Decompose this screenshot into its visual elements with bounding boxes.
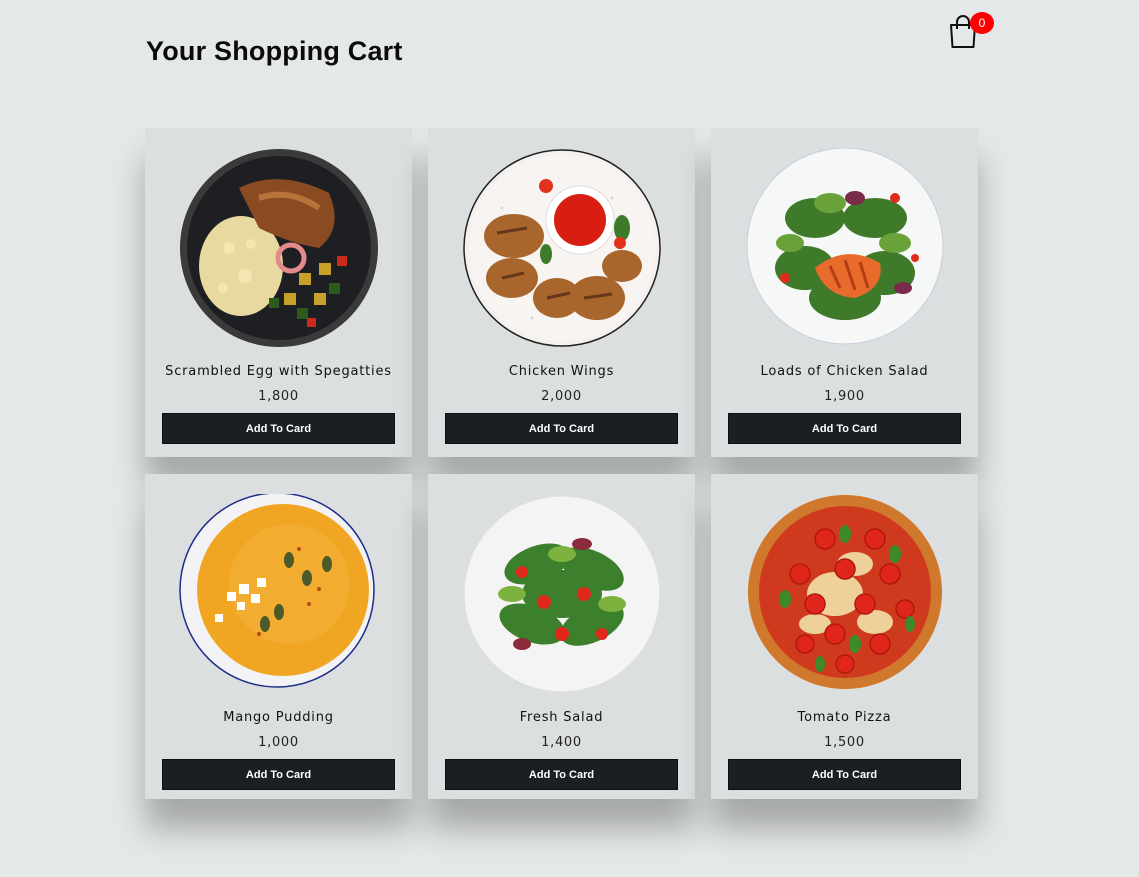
product-price: 1,900 xyxy=(824,389,865,404)
product-card: Scrambled Egg with Spegatties 1,800 Add … xyxy=(145,128,412,457)
add-to-cart-button[interactable]: Add To Card xyxy=(445,759,678,790)
product-card: Tomato Pizza 1,500 Add To Card xyxy=(711,474,978,799)
product-card: Chicken Wings 2,000 Add To Card xyxy=(428,128,695,457)
product-name: Chicken Wings xyxy=(508,364,615,379)
product-card: Mango Pudding 1,000 Add To Card xyxy=(145,474,412,799)
product-name: Mango Pudding xyxy=(223,710,334,725)
product-image xyxy=(745,148,945,348)
add-to-cart-button[interactable]: Add To Card xyxy=(728,759,961,790)
product-price: 2,000 xyxy=(541,389,582,404)
add-to-cart-button[interactable]: Add To Card xyxy=(445,413,678,444)
product-image xyxy=(178,494,379,694)
product-image xyxy=(462,148,662,348)
product-image xyxy=(462,494,662,694)
add-to-cart-button[interactable]: Add To Card xyxy=(162,413,395,444)
product-grid: Scrambled Egg with Spegatties 1,800 Add … xyxy=(145,128,978,799)
product-price: 1,400 xyxy=(541,735,582,750)
product-card: Fresh Salad 1,400 Add To Card xyxy=(428,474,695,799)
product-name: Fresh Salad xyxy=(519,710,604,725)
product-image xyxy=(179,148,379,348)
product-price: 1,000 xyxy=(258,735,299,750)
add-to-cart-button[interactable]: Add To Card xyxy=(728,413,961,444)
cart-count-badge: 0 xyxy=(970,12,994,34)
product-price: 1,500 xyxy=(824,735,865,750)
product-name: Scrambled Egg with Spegatties xyxy=(165,364,392,379)
cart-button[interactable]: 0 xyxy=(944,12,998,52)
product-name: Tomato Pizza xyxy=(797,710,892,725)
product-image xyxy=(745,494,945,694)
product-price: 1,800 xyxy=(258,389,299,404)
product-card: Loads of Chicken Salad 1,900 Add To Card xyxy=(711,128,978,457)
page-title: Your Shopping Cart xyxy=(146,36,403,66)
product-name: Loads of Chicken Salad xyxy=(760,364,929,379)
add-to-cart-button[interactable]: Add To Card xyxy=(162,759,395,790)
